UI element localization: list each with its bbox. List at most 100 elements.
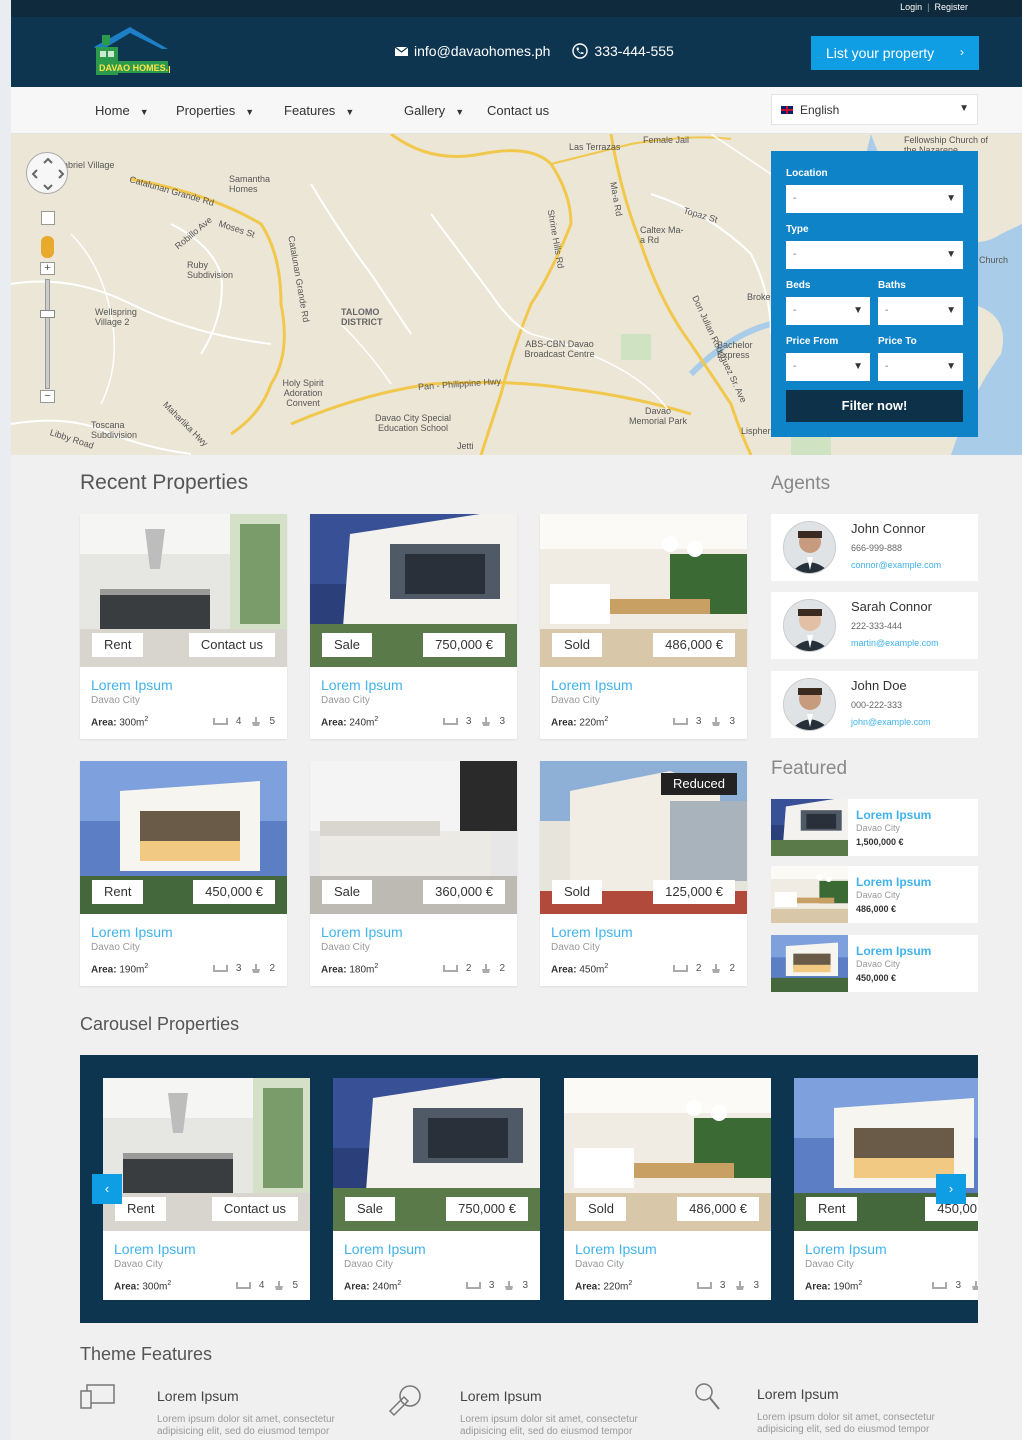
property-city: Davao City [91,942,140,953]
property-title-link[interactable]: Lorem Ipsum [91,924,173,940]
price-from-select[interactable]: - ▼ [786,353,870,381]
bed-icon [212,718,228,725]
agent-phone: 222-333-444 [851,621,903,631]
map-label: Broke [747,292,771,302]
carousel-next-button[interactable]: › [936,1174,966,1204]
bath-icon [482,963,491,973]
baths-select[interactable]: - ▼ [878,297,963,325]
baths-count: 3 [729,716,735,727]
agent-card[interactable]: John Doe 000-222-333 john@example.com [771,671,978,738]
property-title-link[interactable]: Lorem Ipsum [805,1241,887,1257]
filter-now-button[interactable]: Filter now! [786,390,963,422]
property-title-link[interactable]: Lorem Ipsum [575,1241,657,1257]
map[interactable]: Gabriel Village Samantha Homes Catalunan… [11,134,1022,455]
type-select[interactable]: - ▼ [786,241,963,269]
price-to-select[interactable]: - ▼ [878,353,963,381]
bath-icon [712,716,721,726]
nav-item-gallery[interactable]: Gallery ▼ [404,103,464,118]
area-value: 190m [119,964,145,976]
property-area: Area: 240m2 [344,1280,402,1293]
property-title-link[interactable]: Lorem Ipsum [91,677,173,693]
property-title-link[interactable]: Lorem Ipsum [321,924,403,940]
property-title-link[interactable]: Lorem Ipsum [344,1241,426,1257]
property-card[interactable]: Sale 360,000 € Lorem Ipsum Davao City Area: … [310,761,517,986]
zoom-in-icon[interactable]: + [40,262,55,275]
register-link[interactable]: Register [934,2,968,12]
zoom-slider-handle[interactable] [40,310,55,318]
property-card[interactable]: Sold 486,000 € Lorem Ipsum Davao City Area: … [540,514,747,739]
featured-item[interactable]: Lorem Ipsum Davao City 1,500,000 € [771,799,978,856]
agent-email-link[interactable]: john@example.com [851,717,931,727]
zoom-out-icon[interactable]: − [40,390,55,403]
property-title-link[interactable]: Lorem Ipsum [114,1241,196,1257]
header-email[interactable]: info@davaohomes.ph [395,43,550,59]
property-rooms: 45 [235,1280,298,1291]
baths-count: 5 [292,1280,298,1291]
property-title-link[interactable]: Lorem Ipsum [321,677,403,693]
property-title-link[interactable]: Lorem Ipsum [551,924,633,940]
property-rooms: 33 [696,1280,759,1291]
beds-label: Beds [786,280,811,291]
carousel-prev-button[interactable]: ‹ [92,1174,122,1204]
beds-select[interactable]: - ▼ [786,297,870,325]
property-card[interactable]: Rent Contact us Lorem Ipsum Davao City Area:… [80,514,287,739]
map-label: Jetti [457,441,474,451]
bed-icon [212,965,228,972]
nav-item-properties[interactable]: Properties ▼ [176,103,254,118]
zoom-slider-track[interactable] [45,279,50,389]
property-rooms: 3 [932,1280,978,1291]
area-label: Area: [91,717,117,729]
area-value: 180m [349,964,375,976]
properties-carousel: Rent Contact us Lorem Ipsum Davao City Area:… [80,1055,978,1323]
map-pan-control[interactable] [26,152,68,194]
property-price-badge: 486,000 € [653,633,735,657]
property-price-badge: 360,000 € [423,880,505,904]
property-card[interactable]: Rent 450,000 € Lorem Ipsum Davao City Area: … [80,761,287,986]
property-card[interactable]: Sale 750,000 € Lorem Ipsum Davao City Area: … [310,514,517,739]
language-value: English [800,102,840,117]
map-label: Church [979,255,1009,265]
language-select[interactable]: English ▼ [771,94,978,125]
featured-item[interactable]: Lorem Ipsum Davao City 486,000 € [771,866,978,923]
featured-photo[interactable] [771,935,848,992]
property-price-badge: 750,000 € [446,1197,528,1221]
property-card[interactable]: Sale 750,000 € Lorem Ipsum Davao City Area: … [333,1078,540,1300]
location-select[interactable]: - ▼ [786,185,963,213]
property-card[interactable]: Sold 486,000 € Lorem Ipsum Davao City Area: … [564,1078,771,1300]
property-card[interactable]: Rent Contact us Lorem Ipsum Davao City Area:… [103,1078,310,1300]
featured-photo[interactable] [771,866,848,923]
agent-email-link[interactable]: connor@example.com [851,560,941,570]
property-price-badge: Contact us [188,633,275,657]
featured-title-link[interactable]: Lorem Ipsum [856,808,931,822]
nav-item-features[interactable]: Features ▼ [284,103,354,118]
featured-title-link[interactable]: Lorem Ipsum [856,875,931,889]
featured-item[interactable]: Lorem Ipsum Davao City 450,000 € [771,935,978,992]
property-title-link[interactable]: Lorem Ipsum [551,677,633,693]
agent-card[interactable]: Sarah Connor 222-333-444 martin@example.co… [771,592,978,659]
avatar [783,678,836,731]
property-rooms: 22 [442,963,505,974]
property-status-badge: Sold [576,1197,627,1221]
featured-photo[interactable] [771,799,848,856]
property-card[interactable]: Sold 125,000 € Reduced Lorem Ipsum Davao Cit… [540,761,747,986]
caret-down-icon: ▼ [853,305,863,316]
list-property-button[interactable]: List your property › [811,36,979,70]
header: DAVAO HOMES.ph info@davaohomes.ph 333-44… [11,17,1022,87]
login-link[interactable]: Login [900,2,922,12]
bed-icon [696,1282,712,1289]
nav-item-home[interactable]: Home ▼ [95,103,149,118]
street-view-pegman-icon[interactable] [41,236,54,258]
property-city: Davao City [551,942,600,953]
nav-item-contact[interactable]: Contact us [487,103,549,118]
header-phone[interactable]: 333-444-555 [572,43,674,59]
agent-email-link[interactable]: martin@example.com [851,638,939,648]
area-value: 450m [579,964,605,976]
locate-icon[interactable] [41,211,55,225]
property-city: Davao City [344,1259,393,1270]
featured-title-link[interactable]: Lorem Ipsum [856,944,931,958]
property-status-badge: Sale [322,880,373,904]
property-city: Davao City [321,695,370,706]
agent-card[interactable]: John Connor 666-999-888 connor@example.com [771,514,978,581]
property-status-badge: Sold [552,880,603,904]
site-logo[interactable]: DAVAO HOMES.ph [90,25,179,77]
